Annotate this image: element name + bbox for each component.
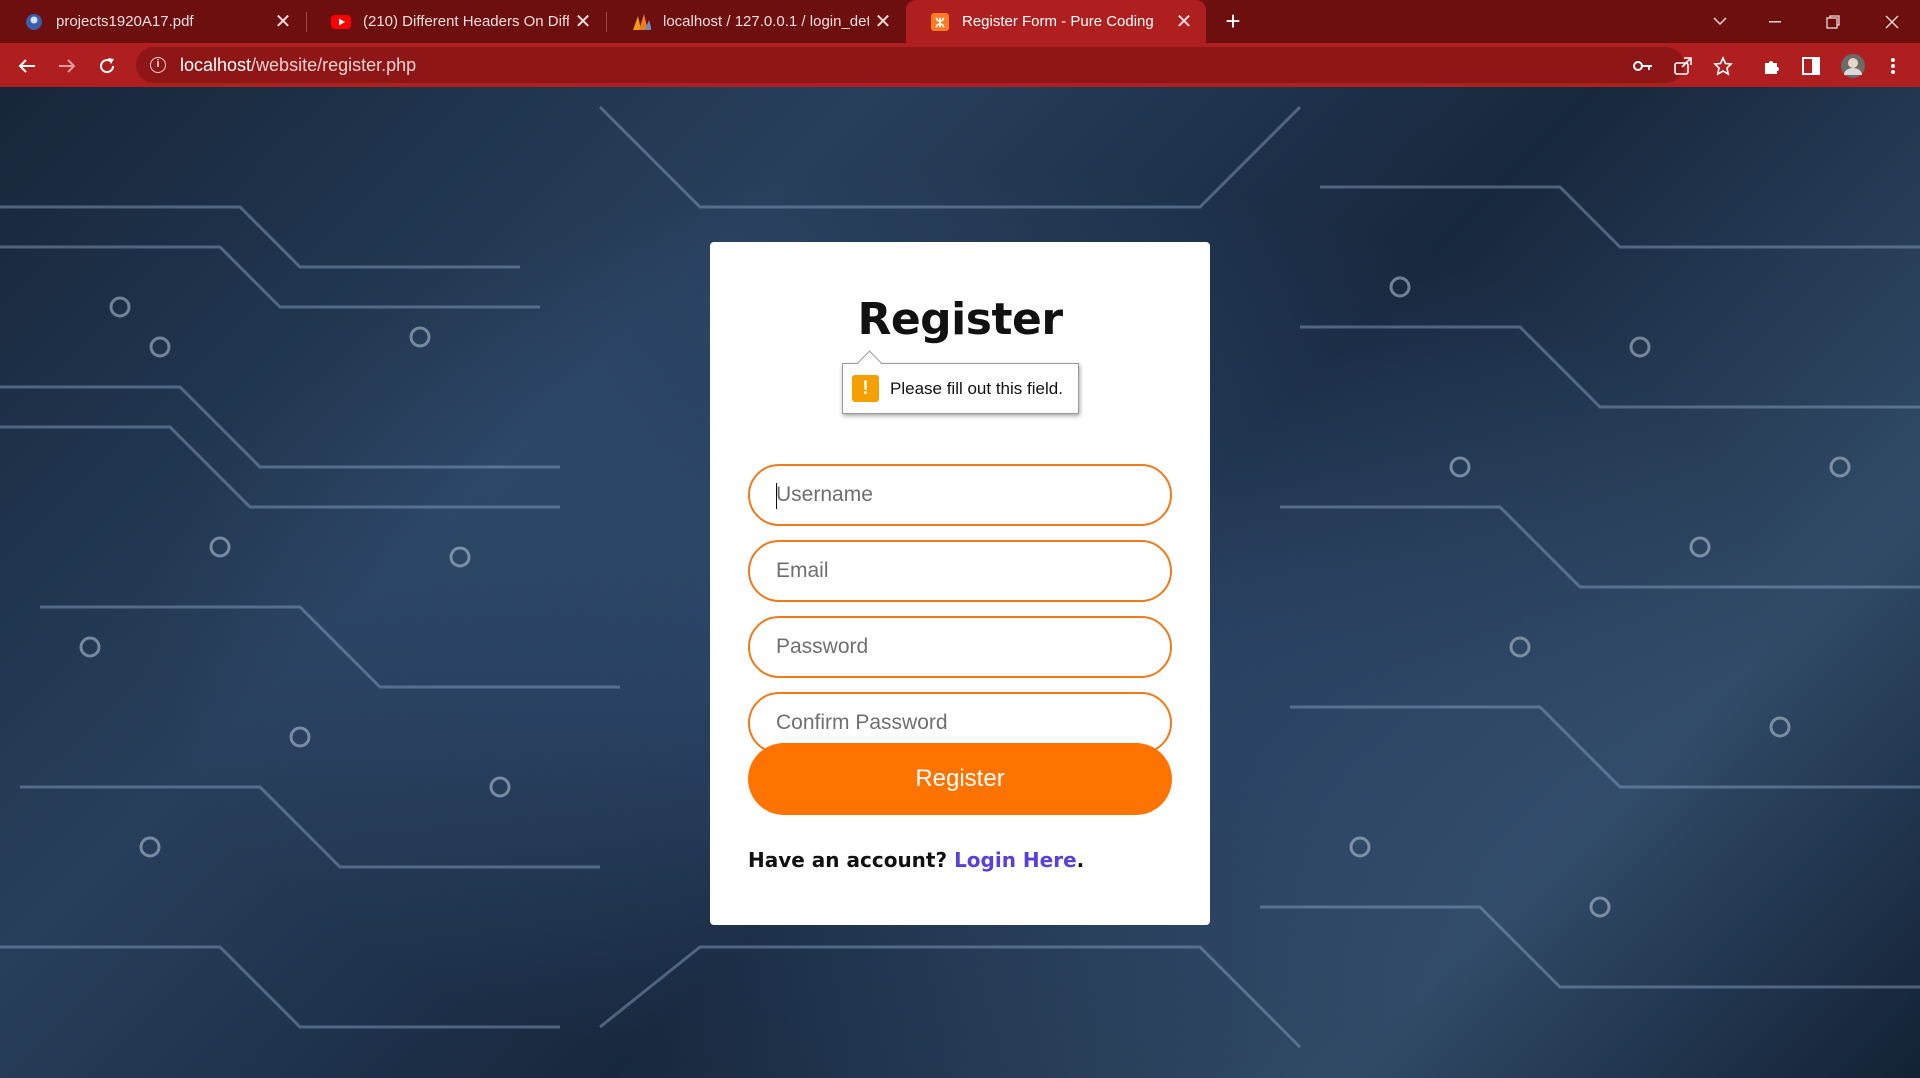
login-link[interactable]: Login Here [954,848,1077,872]
extensions-icon[interactable] [1758,53,1784,79]
text-caret [776,483,777,509]
tab-title: localhost / 127.0.0.1 / login_detai [663,13,869,30]
tab-phpmyadmin[interactable]: localhost / 127.0.0.1 / login_detai ✕ [607,0,905,43]
password-input[interactable] [750,618,1170,676]
form-title: Register [857,294,1063,345]
window-close-icon[interactable] [1862,0,1920,43]
browser-toolbar: i localhost/website/register.php [0,43,1920,87]
avatar[interactable] [1840,53,1866,79]
xampp-icon: ⵣ [930,12,950,32]
close-icon[interactable]: ✕ [569,9,597,34]
register-card: Register Register Have an account? Login… [710,242,1210,925]
username-field[interactable] [748,464,1172,526]
tab-strip: projects1920A17.pdf ✕ (210) Different He… [0,0,1920,43]
tab-title: projects1920A17.pdf [56,13,194,30]
back-icon[interactable] [12,51,42,81]
bookmark-star-icon[interactable] [1710,53,1736,79]
validation-tooltip: ! Please fill out this field. [842,363,1079,414]
email-field[interactable] [748,540,1172,602]
tab-youtube[interactable]: (210) Different Headers On Differ ✕ [307,0,605,43]
tab-search-icon[interactable] [1690,0,1750,43]
page-viewport: Register Register Have an account? Login… [0,87,1920,1078]
login-prompt-text: Have an account? [748,848,948,872]
tab-title: (210) Different Headers On Differ [363,13,569,30]
restore-icon[interactable] [1803,0,1863,43]
close-icon[interactable]: ✕ [869,9,897,34]
username-input[interactable] [750,466,1170,524]
validation-message: Please fill out this field. [890,378,1063,398]
reload-icon[interactable] [92,51,122,81]
info-icon[interactable]: i [150,57,166,73]
new-tab-button[interactable]: + [1218,6,1248,36]
share-icon[interactable] [1670,53,1696,79]
svg-text:ⵣ: ⵣ [935,16,945,30]
menu-icon[interactable] [1880,53,1906,79]
forward-icon[interactable] [52,51,82,81]
tab-register-form[interactable]: ⵣ Register Form - Pure Coding ✕ [906,0,1206,43]
close-icon[interactable]: ✕ [269,9,297,34]
side-panel-icon[interactable] [1798,53,1824,79]
email-input[interactable] [750,542,1170,600]
url-text[interactable]: localhost/website/register.php [180,55,416,76]
tab-title: Register Form - Pure Coding [962,13,1154,30]
register-button[interactable]: Register [748,743,1172,815]
phpmyadmin-icon [631,12,651,32]
pdf-icon [24,12,44,32]
key-icon[interactable] [1630,53,1656,79]
close-icon[interactable]: ✕ [1170,9,1198,34]
warning-icon: ! [852,375,879,402]
minimize-icon[interactable] [1745,0,1805,43]
address-bar[interactable]: i localhost/website/register.php [136,47,1684,83]
login-prompt: Have an account? Login Here. [748,848,1084,872]
login-suffix: . [1076,848,1085,872]
youtube-icon [331,12,351,32]
tab-pdf[interactable]: projects1920A17.pdf ✕ [0,0,305,43]
password-field[interactable] [748,616,1172,678]
